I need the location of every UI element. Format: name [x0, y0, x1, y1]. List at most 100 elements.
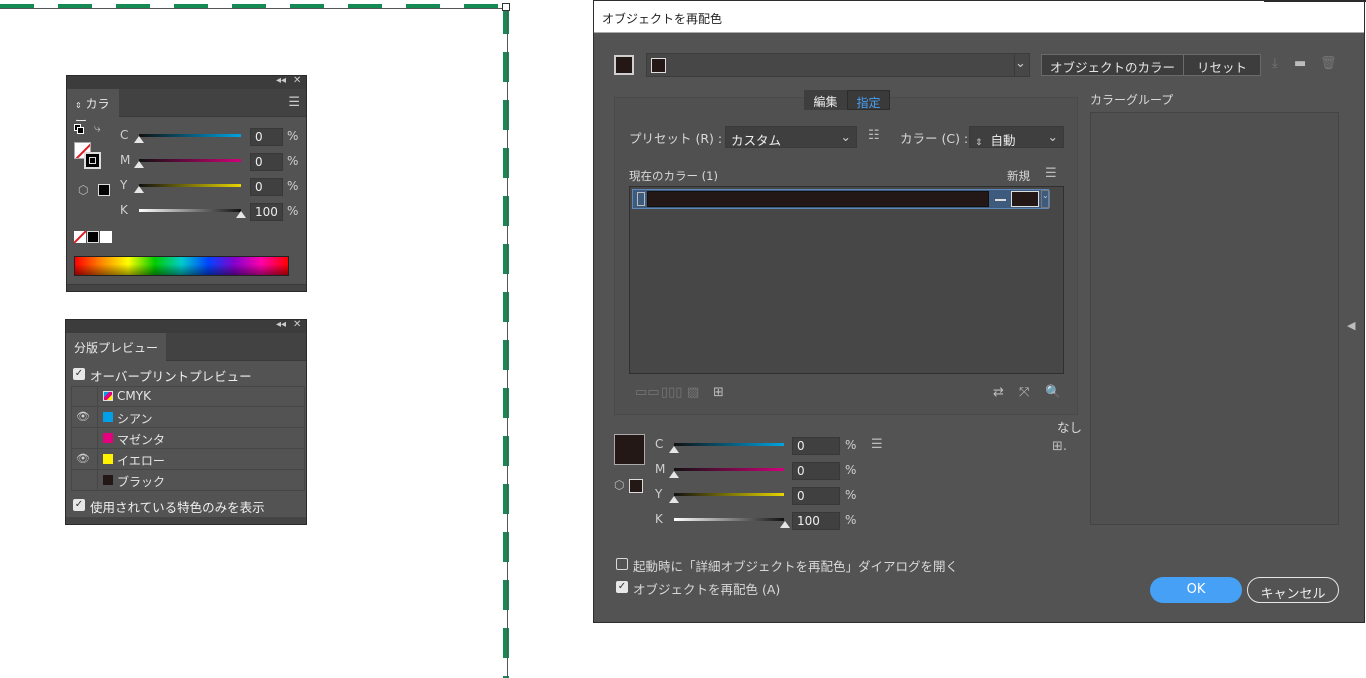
slider-thumb[interactable]	[134, 136, 144, 143]
slider-thumb[interactable]	[669, 496, 679, 503]
dialog-slider-m[interactable]: M 0 %	[594, 462, 914, 480]
arrow-dash-icon[interactable]	[995, 199, 1006, 201]
separate-colors-icon[interactable]: ▯▯▯	[661, 385, 682, 400]
slider-thumb[interactable]	[780, 521, 790, 528]
slider-track[interactable]	[674, 493, 784, 496]
dialog-slider-y[interactable]: Y 0 %	[594, 487, 914, 505]
slider-thumb[interactable]	[669, 471, 679, 478]
find-color-icon[interactable]: 🔍	[1045, 385, 1061, 400]
slider-track[interactable]	[139, 159, 241, 162]
recolor-dialog: オブジェクトを再配色 ⌄ オブジェクトのカラー リセット ⤓ ▬ 🗑 編集 指定…	[593, 0, 1365, 623]
dialog-slider-k[interactable]: K 100 %	[594, 512, 914, 530]
eye-icon[interactable]: 👁	[76, 452, 90, 465]
collapse-icon[interactable]: ◂◂	[276, 75, 286, 86]
random-order-icon[interactable]: ⇄	[993, 385, 1004, 400]
tab-color[interactable]: ⇕ カラー	[67, 89, 119, 128]
close-icon[interactable]: ✕	[293, 75, 301, 86]
random-saturation-icon[interactable]: ⤧	[1019, 385, 1029, 400]
separation-row-cyan[interactable]: 👁 シアン	[71, 407, 305, 428]
slider-track[interactable]	[674, 443, 784, 446]
color-row[interactable]: ⌄	[632, 189, 1050, 209]
color-mode-table-icon[interactable]: ⊞.	[1052, 439, 1067, 454]
black-swatch	[103, 475, 113, 485]
close-icon[interactable]: ✕	[293, 319, 301, 330]
new-row-icon[interactable]: ⊞	[713, 385, 724, 400]
overprint-preview-checkbox[interactable]: ✓	[73, 368, 85, 380]
list-menu-icon[interactable]: ☰	[1045, 166, 1057, 181]
slider-track[interactable]	[139, 209, 241, 212]
ok-button[interactable]: OK	[1150, 577, 1242, 603]
value-input[interactable]: 100	[792, 512, 840, 530]
resize-grip[interactable]	[66, 517, 306, 524]
spot-only-checkbox[interactable]: ✓	[73, 499, 85, 511]
separation-row-magenta[interactable]: マゼンタ	[71, 428, 305, 449]
artboard-right-line	[507, 4, 508, 678]
collapse-icon[interactable]: ◂◂	[276, 319, 286, 330]
row-handle-icon[interactable]	[637, 192, 645, 206]
new-color-dropdown-icon[interactable]: ⌄	[1041, 190, 1050, 208]
exclude-colors-icon[interactable]: ▨	[687, 385, 699, 400]
separations-list: CMYK 👁 シアン マゼンタ 👁 イエロー ブラック	[66, 386, 308, 496]
merge-colors-icon[interactable]: ▭▭	[635, 385, 660, 400]
panel-menu-icon[interactable]: ☰	[288, 95, 300, 110]
new-color-swatch[interactable]	[1011, 191, 1039, 207]
slider-thumb[interactable]	[669, 446, 679, 453]
value-input[interactable]: 0	[792, 437, 840, 455]
slider-track[interactable]	[139, 134, 241, 137]
panel-titlebar[interactable]: ◂◂ ✕	[67, 75, 306, 89]
trash-icon[interactable]: 🗑	[1320, 56, 1337, 71]
preset-dropdown[interactable]: カスタム ⌄	[725, 126, 857, 148]
slider-thumb[interactable]	[134, 186, 144, 193]
tab-edit[interactable]: 編集	[804, 90, 847, 110]
value-input[interactable]: 0	[792, 462, 840, 480]
color-spectrum[interactable]	[74, 256, 289, 276]
separation-row-yellow[interactable]: 👁 イエロー	[71, 449, 305, 470]
tab-assign[interactable]: 指定	[847, 90, 890, 110]
colors-count-stepper[interactable]: ⇕ 自動 ⌄	[969, 126, 1064, 148]
stepper-icon[interactable]: ⇕	[975, 138, 983, 148]
separation-row-cmyk[interactable]: CMYK	[71, 386, 305, 407]
white-swatch[interactable]	[100, 231, 112, 243]
current-fill-swatch[interactable]	[614, 55, 634, 75]
slider-menu-icon[interactable]: ☰	[871, 437, 883, 452]
separation-row-black[interactable]: ブラック	[71, 470, 305, 491]
group-swatch	[651, 58, 666, 73]
save-changes-icon[interactable]: ⤓	[1272, 56, 1278, 71]
slider-c[interactable]: C 0 %	[67, 128, 308, 146]
value-input[interactable]: 0	[250, 128, 283, 146]
black-swatch[interactable]	[87, 231, 99, 243]
none-swatch[interactable]	[74, 231, 86, 243]
color-group-dropdown[interactable]: ⌄	[646, 53, 1030, 77]
slider-track[interactable]	[139, 184, 241, 187]
panel-titlebar[interactable]: ◂◂ ✕	[66, 319, 306, 333]
slider-thumb[interactable]	[134, 161, 144, 168]
recolor-checkbox[interactable]: ✓	[616, 581, 628, 593]
dialog-slider-c[interactable]: C 0 %	[594, 437, 914, 455]
dialog-title[interactable]: オブジェクトを再配色	[594, 1, 1364, 33]
value-input[interactable]: 0	[792, 487, 840, 505]
eye-icon[interactable]: 👁	[76, 410, 90, 423]
slider-m[interactable]: M 0 %	[67, 153, 308, 171]
object-colors-button[interactable]: オブジェクトのカラー	[1041, 54, 1185, 76]
slider-thumb[interactable]	[236, 211, 246, 218]
slider-k[interactable]: K 100 %	[67, 203, 308, 221]
current-color-bar	[647, 191, 989, 207]
preset-options-icon[interactable]: ☷	[868, 128, 880, 143]
expand-panel-icon[interactable]: ◀	[1347, 319, 1355, 332]
tab-separations-preview[interactable]: 分版プレビュー	[66, 333, 167, 361]
artboard-top-line	[0, 8, 508, 9]
value-input[interactable]: 100	[250, 203, 283, 221]
folder-icon[interactable]: ▬	[1294, 56, 1306, 71]
slider-track[interactable]	[674, 518, 784, 521]
slider-y[interactable]: Y 0 %	[67, 178, 308, 196]
artboard-corner-handle[interactable]	[502, 3, 510, 11]
panel-tab-bar: 分版プレビュー	[66, 333, 306, 361]
reset-button[interactable]: リセット	[1183, 54, 1261, 76]
cancel-button[interactable]: キャンセル	[1247, 577, 1339, 603]
slider-track[interactable]	[674, 468, 784, 471]
value-input[interactable]: 0	[250, 178, 283, 196]
open-advanced-checkbox[interactable]	[616, 558, 628, 570]
chevron-down-icon[interactable]: ⌄	[1015, 56, 1026, 71]
resize-grip[interactable]	[67, 284, 306, 291]
value-input[interactable]: 0	[250, 153, 283, 171]
